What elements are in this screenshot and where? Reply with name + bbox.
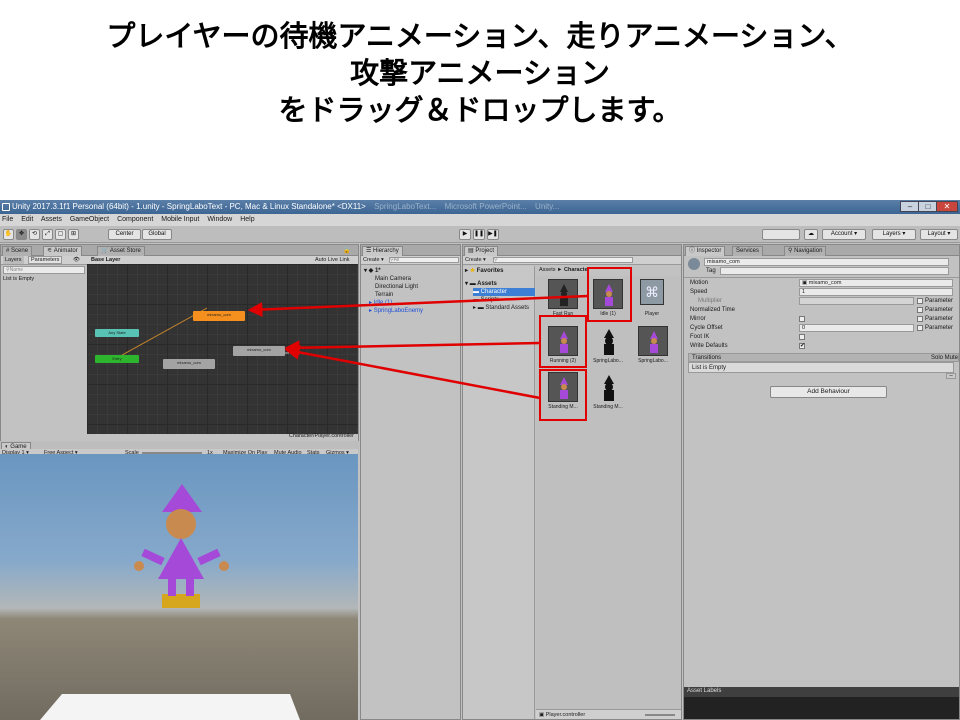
annotation-arrow-attack [284,344,541,400]
annotation-overlay [247,294,589,400]
annotation-box-running [539,315,587,368]
annotation-arrow-running [284,340,541,356]
annotation-arrow-idle [247,294,589,317]
annotation-box-idle [587,267,632,322]
annotation-box-attack [539,369,587,421]
